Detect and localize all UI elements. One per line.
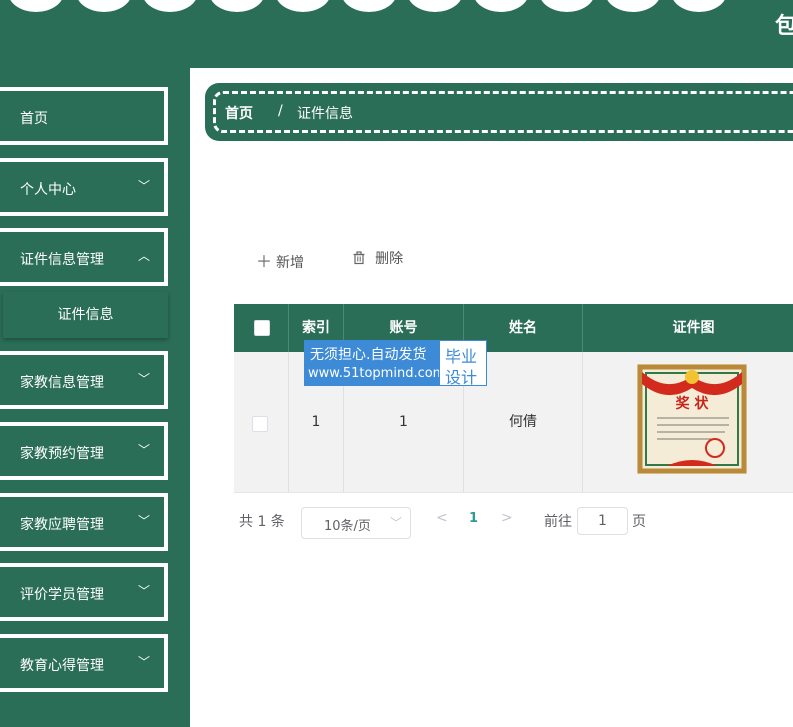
- next-page-button[interactable]: >: [501, 510, 513, 526]
- sidebar-item-personal-center[interactable]: 个人中心 ﹀: [0, 158, 168, 216]
- chevron-down-icon: ﹀: [137, 443, 150, 457]
- page-number-current[interactable]: 1: [469, 511, 478, 526]
- prev-page-button[interactable]: <: [436, 510, 448, 526]
- sidebar: 首页 个人中心 ﹀ 证件信息管理 ︿ 证件信息 家教信息管理 ﹀ 家教预约管理 …: [0, 68, 190, 727]
- top-header: 包: [0, 0, 793, 68]
- header-decoration: [539, 0, 595, 12]
- chevron-up-icon: ︿: [137, 249, 150, 263]
- header-decoration: [8, 0, 64, 12]
- sidebar-item-student-review-management[interactable]: 评价学员管理 ﹀: [0, 563, 168, 621]
- add-button-label: 新增: [276, 255, 305, 271]
- sidebar-item-label: 评价学员管理: [20, 587, 104, 603]
- select-all-checkbox[interactable]: [254, 320, 270, 336]
- delete-button-label: 删除: [375, 251, 404, 267]
- header-decoration: [605, 0, 661, 12]
- breadcrumb: [205, 83, 793, 141]
- breadcrumb-current: 证件信息: [297, 106, 353, 122]
- header-decoration: [142, 0, 198, 12]
- main-content: 首页 / 证件信息 ＋新增 删除 索引 账号 姓名 证件图 1 1 何倩 奖 状…: [190, 68, 793, 727]
- watermark-left: 无须担心.自动发货 www.51topmind.com: [304, 340, 445, 386]
- chevron-down-icon: ﹀: [137, 179, 150, 193]
- pagination-total: 共 1 条: [239, 514, 285, 530]
- sidebar-item-label: 家教预约管理: [20, 446, 104, 462]
- sidebar-subitem-certificate-info[interactable]: 证件信息: [3, 292, 168, 338]
- watermark-url: www.51topmind.com: [308, 366, 446, 381]
- chevron-down-icon: ﹀: [389, 516, 402, 530]
- breadcrumb-home-link[interactable]: 首页: [225, 103, 253, 123]
- watermark-badge: 毕业 设计: [439, 340, 487, 387]
- delete-button[interactable]: 删除: [352, 248, 403, 268]
- sidebar-item-label: 个人中心: [20, 182, 76, 198]
- sidebar-item-tutor-application-management[interactable]: 家教应聘管理 ﹀: [0, 493, 168, 551]
- page-size-select[interactable]: 10条/页 ﹀: [301, 507, 411, 539]
- select-all-column: [234, 304, 289, 352]
- watermark-badge-line2: 设计: [445, 368, 478, 387]
- sidebar-item-certificate-management[interactable]: 证件信息管理 ︿: [0, 228, 168, 286]
- row-checkbox[interactable]: [252, 416, 268, 432]
- chevron-down-icon: ﹀: [137, 514, 150, 528]
- sidebar-item-label: 首页: [20, 111, 48, 127]
- chevron-down-icon: ﹀: [137, 584, 150, 598]
- chevron-down-icon: ﹀: [137, 655, 150, 669]
- sidebar-item-label: 教育心得管理: [20, 658, 104, 674]
- sidebar-item-label: 家教应聘管理: [20, 517, 104, 533]
- page-size-value: 10条/页: [324, 519, 371, 534]
- cell-certificate-image: 奖 状: [583, 352, 793, 493]
- watermark-banner: 无须担心.自动发货 www.51topmind.com 毕业 设计: [304, 340, 487, 387]
- header-decoration: [341, 0, 397, 12]
- chevron-down-icon: ﹀: [137, 372, 150, 386]
- breadcrumb-separator: /: [278, 103, 283, 119]
- header-decoration: [473, 0, 529, 12]
- sidebar-item-tutor-info-management[interactable]: 家教信息管理 ﹀: [0, 351, 168, 409]
- certificate-title: 奖 状: [676, 395, 710, 412]
- award-certificate-image[interactable]: 奖 状: [637, 364, 747, 474]
- trash-icon: [352, 248, 371, 267]
- header-decoration: [76, 0, 132, 12]
- plus-icon: ＋: [256, 252, 273, 271]
- sidebar-item-teaching-experience-management[interactable]: 教育心得管理 ﹀: [0, 634, 168, 692]
- header-decoration: [275, 0, 331, 12]
- header-decoration: [209, 0, 265, 12]
- header-decoration: [671, 0, 727, 12]
- watermark-slogan: 无须担心.自动发货: [310, 347, 427, 363]
- sidebar-item-label: 家教信息管理: [20, 375, 104, 391]
- goto-page-input[interactable]: 1: [577, 507, 628, 535]
- sidebar-item-tutor-booking-management[interactable]: 家教预约管理 ﹀: [0, 422, 168, 480]
- column-header-certificate-image[interactable]: 证件图: [583, 304, 793, 352]
- header-decoration: [407, 0, 463, 12]
- sidebar-item-label: 证件信息管理: [20, 252, 104, 268]
- app-title: 包: [774, 14, 793, 39]
- goto-label: 前往: [544, 514, 572, 530]
- sidebar-item-home[interactable]: 首页: [0, 87, 168, 145]
- row-select-cell: [234, 352, 289, 493]
- page-suffix-label: 页: [632, 514, 646, 530]
- add-button[interactable]: ＋新增: [256, 248, 304, 272]
